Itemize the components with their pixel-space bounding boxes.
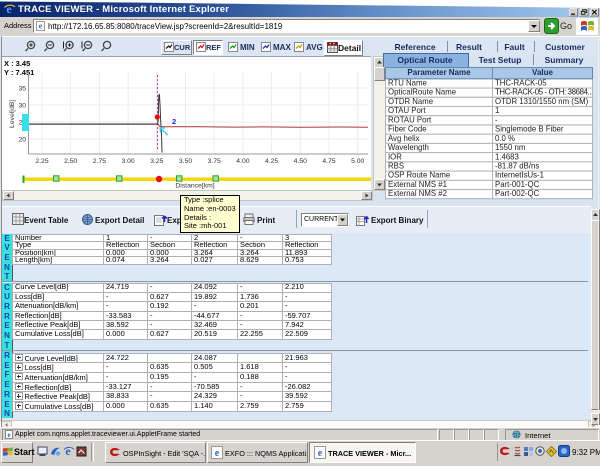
svg-text:5.00: 5.00 [351, 158, 364, 165]
svg-text:Level[dB]: Level[dB] [9, 100, 16, 128]
svg-text:35: 35 [18, 86, 26, 93]
svg-text:4.25: 4.25 [265, 158, 278, 165]
svg-text:e: e [215, 448, 220, 459]
svg-text:3.25: 3.25 [150, 158, 163, 165]
svg-text:e: e [7, 431, 10, 439]
svg-text:3.75: 3.75 [208, 158, 221, 165]
svg-text:Y : 7.451: Y : 7.451 [4, 68, 34, 77]
svg-text:4.00: 4.00 [236, 158, 249, 165]
svg-text:30: 30 [18, 103, 26, 110]
svg-text:3.50: 3.50 [179, 158, 192, 165]
svg-text:e: e [318, 448, 323, 459]
svg-text:e: e [65, 445, 71, 457]
svg-text:2.25: 2.25 [35, 158, 48, 165]
svg-text:2: 2 [172, 117, 176, 126]
svg-text:4.75: 4.75 [322, 158, 335, 165]
svg-text:4.50: 4.50 [294, 158, 307, 165]
svg-text:e: e [39, 21, 43, 30]
svg-text:2.50: 2.50 [64, 158, 77, 165]
svg-text:Distance[km]: Distance[km] [175, 183, 214, 190]
svg-text:2.75: 2.75 [93, 158, 106, 165]
svg-text:20: 20 [18, 137, 26, 144]
svg-text:e: e [6, 2, 12, 15]
svg-text:3.00: 3.00 [121, 158, 134, 165]
svg-text:X : 3.45: X : 3.45 [4, 59, 30, 68]
